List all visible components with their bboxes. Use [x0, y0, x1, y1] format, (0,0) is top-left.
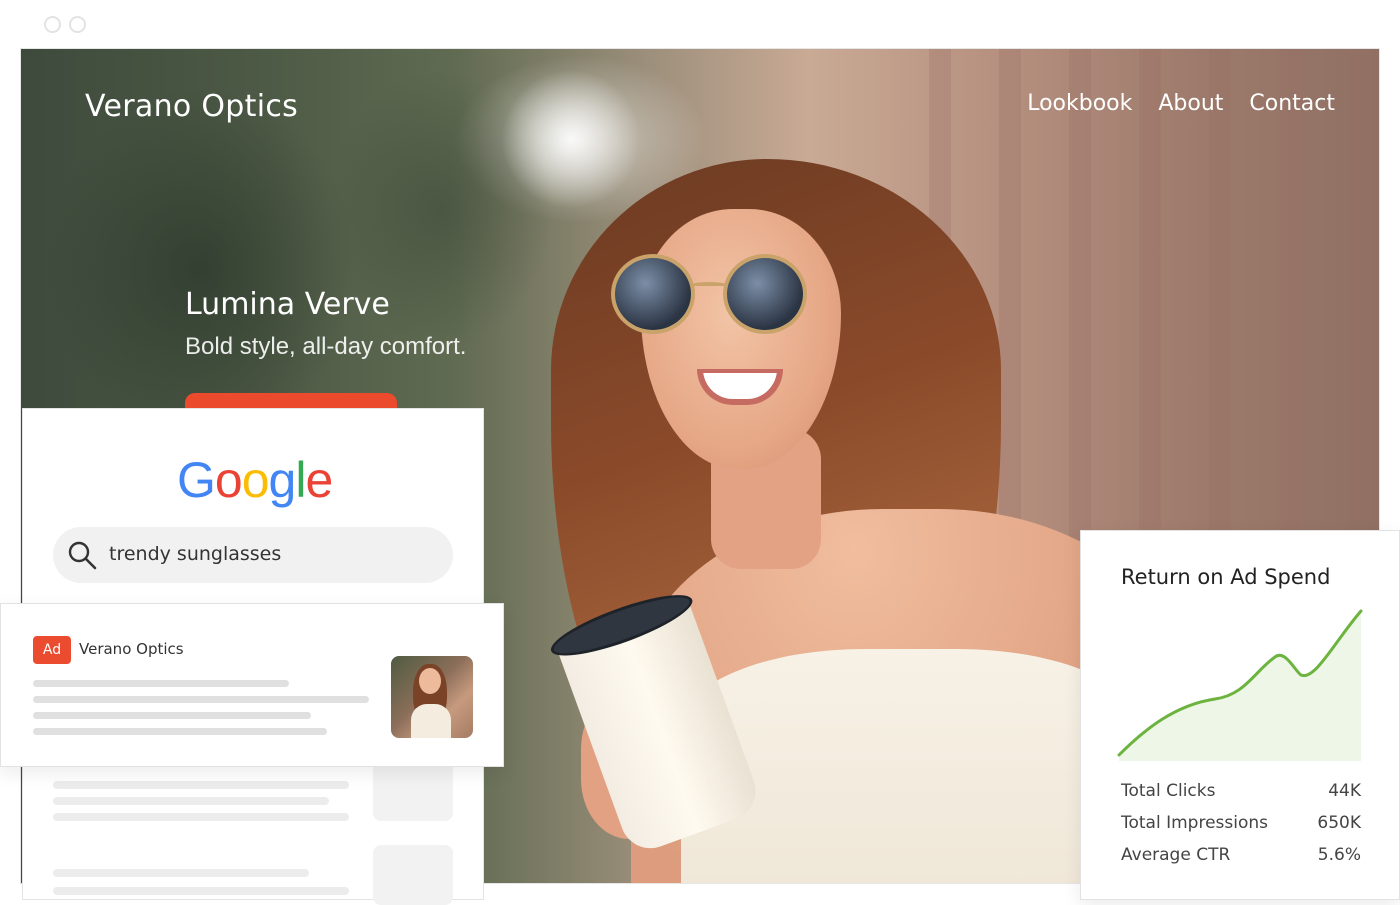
ad-placeholder-line	[33, 712, 311, 719]
metric-row-total-clicks: Total Clicks 44K	[1121, 781, 1361, 801]
ad-advertiser-name[interactable]: Verano Optics	[79, 640, 184, 658]
hero-headline: Lumina Verve	[185, 287, 390, 322]
metric-value: 44K	[1328, 781, 1361, 801]
metric-row-average-ctr: Average CTR 5.6%	[1121, 845, 1361, 865]
ad-badge: Ad	[33, 636, 71, 664]
nav-contact[interactable]: Contact	[1249, 91, 1335, 116]
sunglasses-icon	[611, 254, 811, 334]
ad-placeholder-line	[33, 696, 369, 703]
window-controls	[44, 16, 86, 33]
ad-placeholder-line	[33, 680, 289, 687]
thumb-face	[419, 668, 441, 694]
nav-about[interactable]: About	[1158, 91, 1223, 116]
result-placeholder-line	[53, 813, 349, 821]
ad-placeholder-line	[33, 728, 327, 735]
window-dot[interactable]	[44, 16, 61, 33]
metric-label: Total Impressions	[1121, 813, 1269, 833]
nav-lookbook[interactable]: Lookbook	[1027, 91, 1132, 116]
metric-label: Average CTR	[1121, 845, 1231, 865]
result-placeholder-line	[53, 887, 349, 895]
metric-row-total-impressions: Total Impressions 650K	[1121, 813, 1361, 833]
metric-value: 650K	[1317, 813, 1361, 833]
roas-trend-area	[1119, 611, 1361, 761]
roas-trend-chart	[1117, 609, 1363, 761]
site-brand[interactable]: Verano Optics	[85, 89, 298, 124]
google-logo-letter: l	[295, 452, 306, 508]
sunglasses-lens	[611, 254, 695, 334]
hero-sunlight	[501, 69, 641, 209]
ad-product-thumbnail[interactable]	[391, 656, 473, 738]
search-ad-result[interactable]: Ad Verano Optics	[0, 603, 504, 767]
thumb-top	[411, 704, 451, 738]
google-logo-letter: e	[305, 452, 333, 508]
roas-title: Return on Ad Spend	[1121, 565, 1331, 589]
google-logo-letter: g	[268, 452, 297, 508]
result-placeholder-line	[53, 869, 309, 877]
metric-label: Total Clicks	[1121, 781, 1216, 801]
window-dot[interactable]	[69, 16, 86, 33]
result-placeholder-thumb	[373, 761, 453, 821]
sunglasses-bridge	[691, 282, 727, 288]
result-placeholder-line	[53, 781, 349, 789]
search-icon	[68, 541, 97, 570]
result-placeholder-thumb	[373, 845, 453, 905]
google-logo-letter: G	[177, 452, 216, 508]
metric-value: 5.6%	[1317, 845, 1361, 865]
result-placeholder-line	[53, 797, 329, 805]
sunglasses-lens	[723, 254, 807, 334]
roas-card: Return on Ad Spend Total Clicks 44K Tota…	[1080, 530, 1400, 900]
search-query: trendy sunglasses	[109, 543, 282, 565]
hero-subline: Bold style, all-day comfort.	[185, 333, 467, 360]
google-logo-letter: o	[241, 452, 270, 508]
site-nav: Lookbook About Contact	[1027, 91, 1335, 116]
google-logo: Google	[177, 451, 333, 509]
search-input[interactable]: trendy sunglasses	[53, 527, 453, 583]
google-logo-letter: o	[214, 452, 243, 508]
